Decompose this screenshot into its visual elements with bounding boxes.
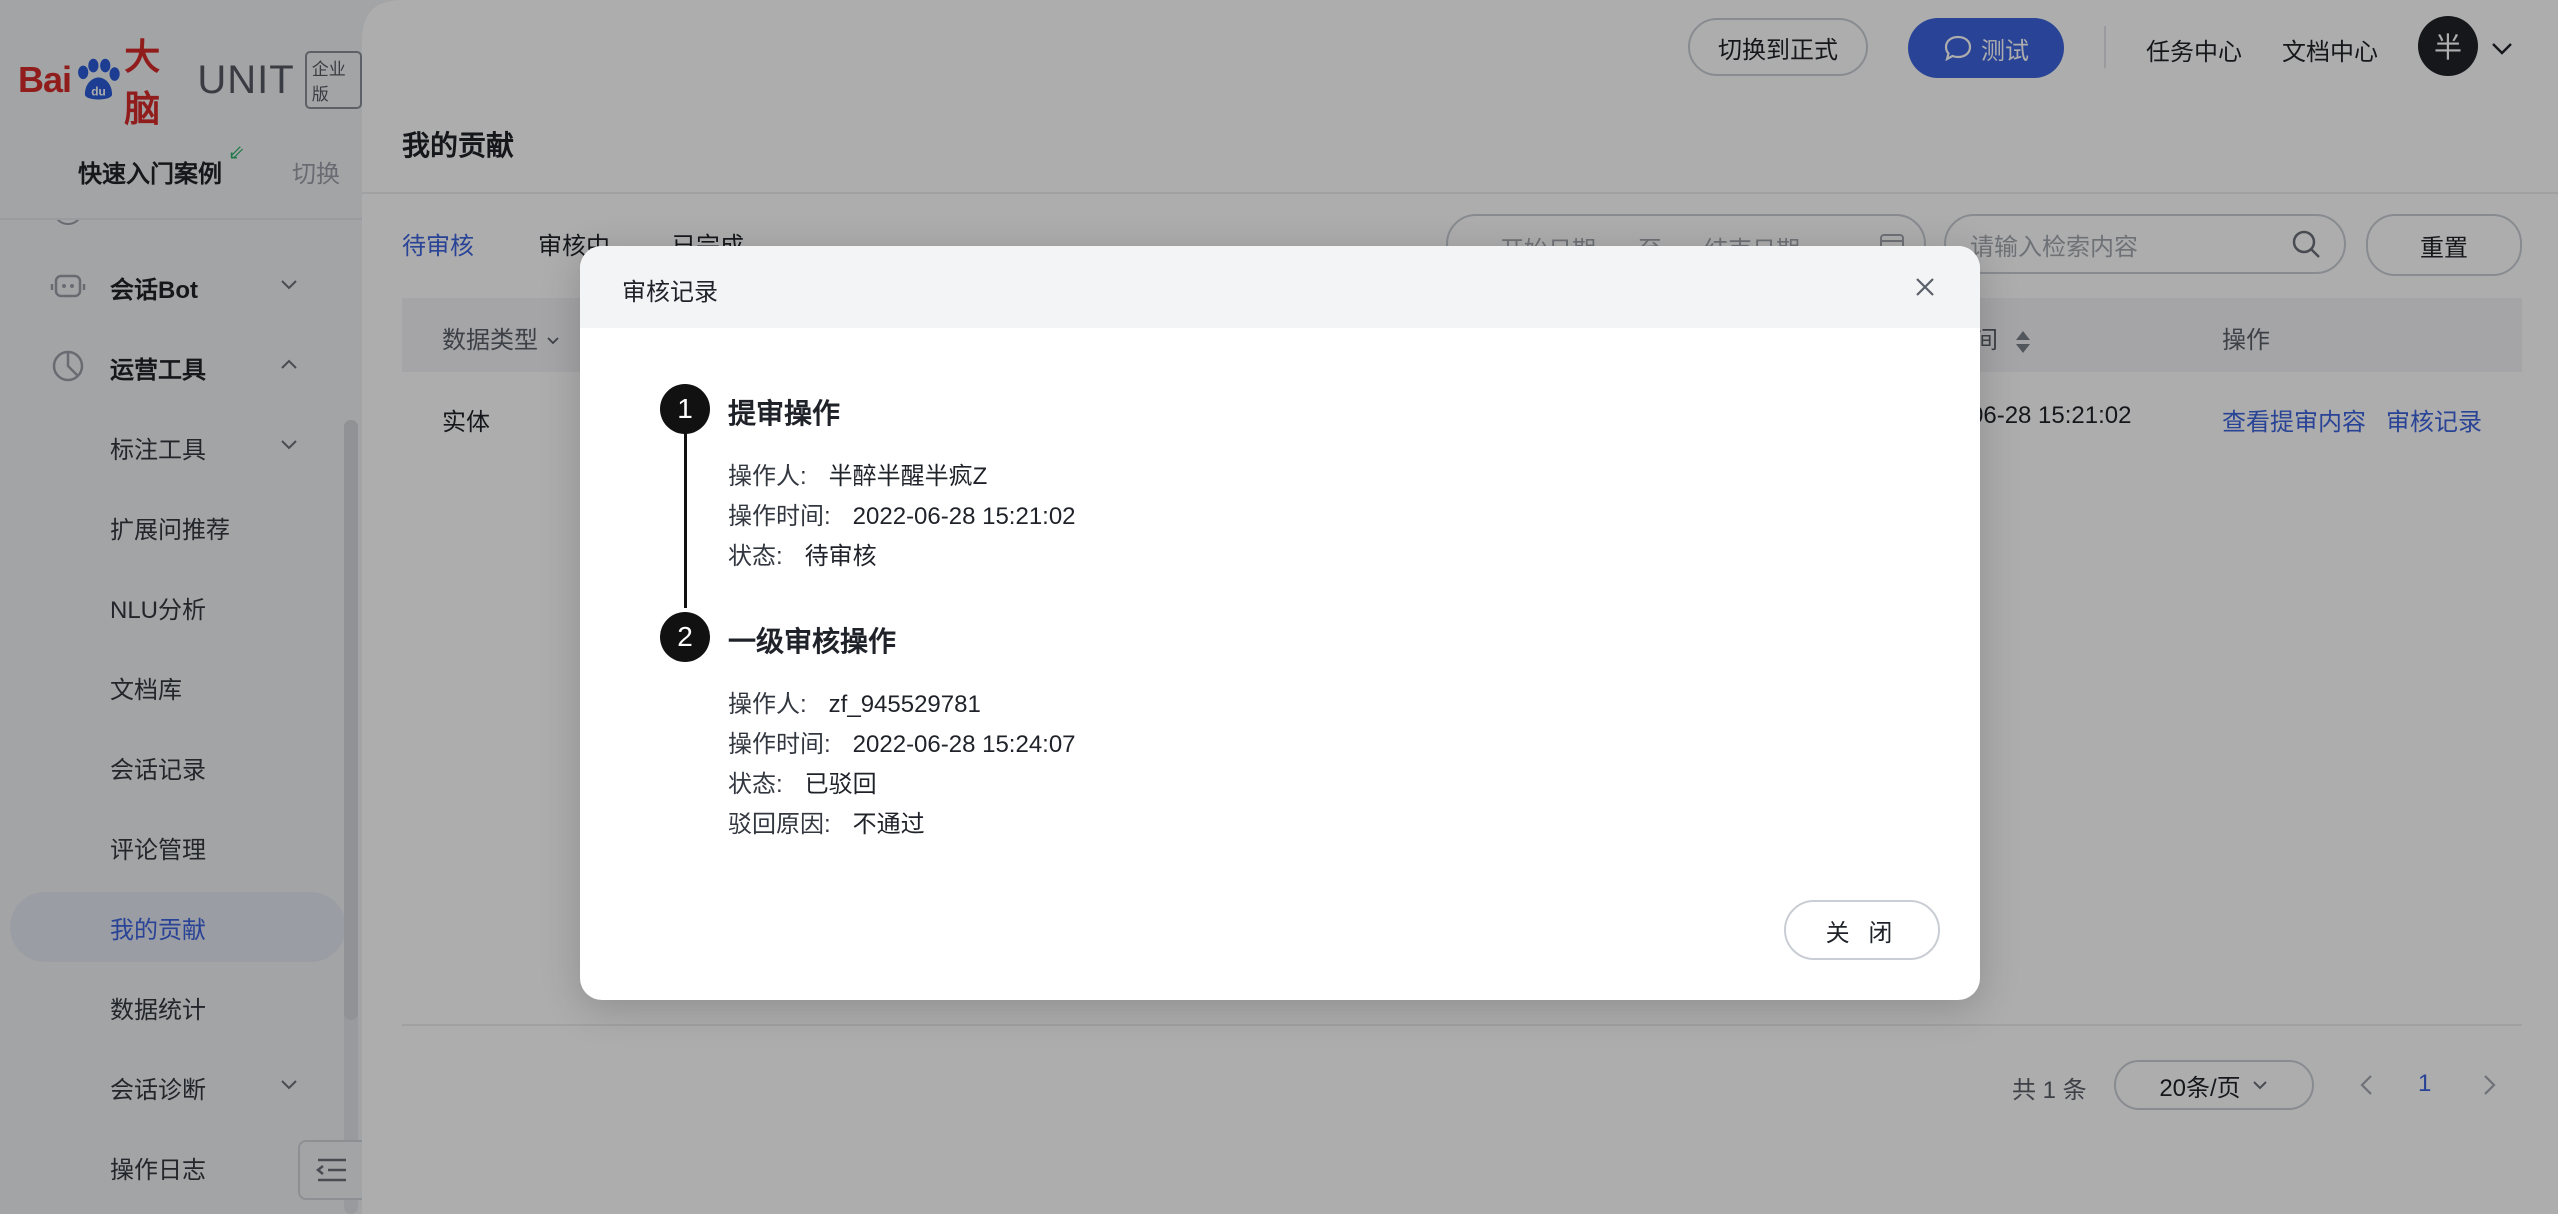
field-value: 待审核	[804, 543, 877, 570]
field-reject-reason: 驳回原因: 不通过	[728, 804, 925, 839]
field-key: 驳回原因:	[728, 811, 831, 838]
modal-title: 审核记录	[622, 279, 718, 306]
field-key: 操作人:	[728, 691, 807, 718]
field-operator: 操作人: zf_945529781	[728, 684, 981, 719]
field-time: 操作时间: 2022-06-28 15:21:02	[728, 496, 1076, 531]
close-button[interactable]: 关 闭	[1784, 900, 1940, 960]
field-value: 半醉半醒半疯Z	[828, 463, 988, 490]
field-value: 2022-06-28 15:21:02	[852, 503, 1076, 530]
field-time: 操作时间: 2022-06-28 15:24:07	[728, 724, 1076, 759]
field-key: 操作时间:	[728, 731, 831, 758]
close-icon[interactable]	[1912, 274, 1938, 300]
review-record-modal: 审核记录 1 提审操作 操作人: 半醉半醒半疯Z 操作时间: 2022-06-28 …	[580, 246, 1980, 1000]
modal-header: 审核记录	[580, 246, 1980, 328]
timeline-connector	[684, 430, 687, 608]
step-number: 1	[660, 384, 710, 434]
field-key: 操作人:	[728, 463, 807, 490]
field-status: 状态: 待审核	[728, 536, 877, 571]
field-operator: 操作人: 半醉半醒半疯Z	[728, 456, 987, 491]
step-title: 提审操作	[728, 398, 841, 429]
field-key: 操作时间:	[728, 503, 831, 530]
field-value: 不通过	[852, 811, 925, 838]
field-key: 状态:	[728, 771, 783, 798]
step-title: 一级审核操作	[728, 626, 897, 657]
field-value: 2022-06-28 15:24:07	[852, 731, 1076, 758]
field-value: 已驳回	[804, 771, 877, 798]
field-value: zf_945529781	[828, 691, 981, 718]
field-status: 状态: 已驳回	[728, 764, 877, 799]
field-key: 状态:	[728, 543, 783, 570]
step-number: 2	[660, 612, 710, 662]
